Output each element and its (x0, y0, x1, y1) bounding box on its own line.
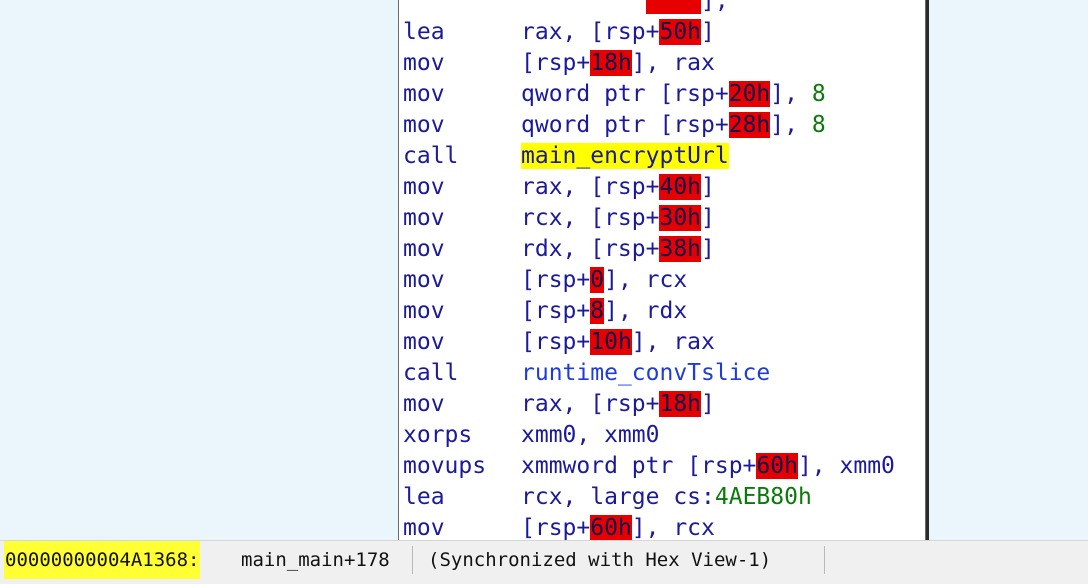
disassembly-code-block[interactable]: ], lea rax, [rsp+50h] mov [rsp+18h], rax mov q… (398, 0, 926, 540)
asm-operands[interactable]: xmm0, xmm0 (521, 420, 659, 451)
operand-highlight: 8 (590, 298, 605, 324)
operand-highlight: 30h (659, 205, 702, 231)
asm-mnemonic[interactable]: mov (403, 203, 445, 234)
asm-mnemonic[interactable]: lea (403, 482, 445, 513)
asm-operands[interactable]: [rsp+8], rdx (521, 296, 687, 327)
operand-text: ], rdx (604, 298, 688, 324)
status-divider (412, 546, 413, 574)
operand-text: ] (701, 19, 715, 45)
operand-text: ], (770, 112, 812, 138)
status-bar: 00000000004A1368: main_main+178 (Synchro… (0, 540, 1088, 584)
asm-operands[interactable]: rax, [rsp+40h] (521, 172, 715, 203)
asm-operands[interactable]: rcx, large cs:4AEB80h (521, 482, 812, 513)
operand-highlight: 20h (728, 81, 771, 107)
status-address-value: 00000000004A1368 (5, 549, 189, 571)
asm-mnemonic[interactable]: mov (403, 265, 445, 296)
operand-text: ] (701, 174, 715, 200)
operand-text: rax, [rsp+ (521, 174, 660, 200)
asm-mnemonic[interactable]: mov (403, 327, 445, 358)
operand-text: xmm0, xmm0 (521, 422, 660, 448)
asm-mnemonic[interactable]: mov (403, 513, 445, 540)
asm-mnemonic[interactable]: call (403, 358, 458, 389)
asm-mnemonic[interactable]: mov (403, 110, 445, 141)
status-address-colon: : (188, 549, 200, 571)
operand-highlight: 60h (756, 453, 798, 479)
asm-mnemonic[interactable]: mov (403, 79, 445, 110)
asm-operands[interactable]: rcx, [rsp+30h] (521, 203, 715, 234)
operand-text: qword ptr [rsp+ (521, 81, 729, 107)
operand-text: ], xmm0 (797, 453, 895, 479)
asm-mnemonic[interactable]: mov (403, 296, 445, 327)
operand-highlight: 60h (590, 515, 632, 540)
operand-text: rax, [rsp+ (521, 19, 660, 45)
status-address[interactable]: 00000000004A1368: (4, 541, 201, 579)
asm-operands[interactable]: [rsp+0], rcx (521, 265, 687, 296)
asm-operands[interactable]: main_encryptUrl (521, 141, 729, 172)
operand-highlight: 40h (659, 174, 702, 200)
operand-text: xmmword ptr [rsp+ (521, 453, 757, 479)
operand-highlight: 28h (728, 112, 771, 138)
operand-text: [rsp+ (521, 515, 591, 540)
operand-text: ], rax (631, 329, 715, 355)
operand-text: ] (701, 391, 715, 417)
asm-mnemonic[interactable]: mov (403, 389, 445, 420)
asm-mnemonic[interactable]: lea (403, 17, 445, 48)
asm-operands[interactable]: [rsp+18h], rax (521, 48, 715, 79)
operand-highlight: 38h (659, 236, 702, 262)
asm-mnemonic[interactable]: mov (403, 234, 445, 265)
operand-highlight: 0 (590, 267, 605, 293)
asm-operands[interactable]: qword ptr [rsp+20h], 8 (521, 79, 826, 110)
asm-operands[interactable]: runtime_convTslice (521, 358, 770, 389)
operand-text: [rsp+ (521, 50, 591, 76)
asm-operands[interactable]: [rsp+10h], rax (521, 327, 715, 358)
numeric-operand: 8 (811, 81, 826, 107)
operand-highlight: 10h (590, 329, 632, 355)
operand-text: [rsp+ (521, 329, 591, 355)
status-sync-text: (Synchronized with Hex View-1) (428, 549, 772, 571)
asm-mnemonic[interactable]: mov (403, 172, 445, 203)
operand-text: [rsp+ (521, 298, 591, 324)
asm-operands[interactable]: [rsp+60h], rcx (521, 513, 715, 540)
operand-text: ] (701, 236, 715, 262)
asm-operands[interactable]: qword ptr [rsp+28h], 8 (521, 110, 826, 141)
asm-mnemonic[interactable]: xorps (403, 420, 472, 451)
operand-text: rcx, large cs: (521, 484, 715, 510)
operand-text: ], (701, 0, 729, 14)
operand-highlight (645, 0, 702, 14)
status-divider (824, 546, 825, 574)
operand-text: qword ptr [rsp+ (521, 112, 729, 138)
operand-text: rdx, [rsp+ (521, 236, 660, 262)
asm-operands[interactable]: xmmword ptr [rsp+60h], xmm0 (521, 451, 895, 482)
numeric-operand: 4AEB80h (714, 484, 812, 510)
asm-mnemonic[interactable]: call (403, 141, 458, 172)
operand-text (521, 0, 646, 14)
asm-operands[interactable]: rax, [rsp+18h] (521, 389, 715, 420)
asm-operands[interactable]: ], (521, 0, 729, 17)
operand-text: ], (770, 81, 812, 107)
operand-text: ], rcx (604, 267, 688, 293)
operand-text: [rsp+ (521, 267, 591, 293)
status-function-offset: main_main+178 (241, 549, 390, 571)
asm-mnemonic[interactable]: movups (403, 451, 486, 482)
function-name-highlighted[interactable]: main_encryptUrl (521, 143, 729, 169)
operand-text: ], rax (631, 50, 715, 76)
operand-text: rax, [rsp+ (521, 391, 660, 417)
operand-text: rcx, [rsp+ (521, 205, 660, 231)
operand-text: ] (701, 205, 715, 231)
operand-text: ], rcx (631, 515, 715, 540)
numeric-operand: 8 (811, 112, 826, 138)
asm-operands[interactable]: rax, [rsp+50h] (521, 17, 715, 48)
operand-highlight: 18h (659, 391, 702, 417)
operand-highlight: 18h (590, 50, 632, 76)
operand-highlight: 50h (659, 19, 702, 45)
function-name[interactable]: runtime_convTslice (521, 360, 770, 386)
asm-operands[interactable]: rdx, [rsp+38h] (521, 234, 715, 265)
asm-mnemonic[interactable]: mov (403, 48, 445, 79)
